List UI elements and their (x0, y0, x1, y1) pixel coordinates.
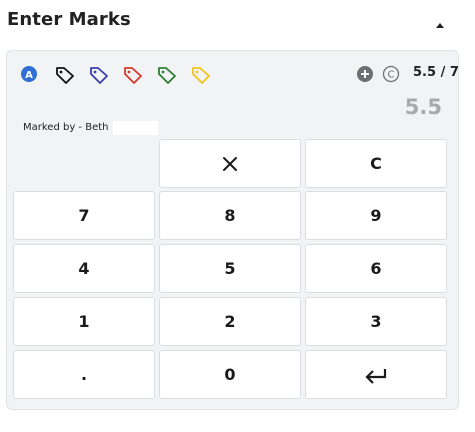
enter-button[interactable] (305, 350, 447, 399)
current-score: 5.5 (404, 95, 442, 119)
key-label: 4 (78, 259, 90, 278)
enter-icon (363, 366, 389, 384)
key-label: 2 (224, 312, 236, 331)
tag-blue-icon[interactable] (88, 64, 108, 84)
digit-9-button[interactable]: 9 (305, 191, 447, 240)
digit-3-button[interactable]: 3 (305, 297, 447, 346)
key-label: 9 (370, 206, 382, 225)
key-label: 1 (78, 312, 90, 331)
max-score: 7 (449, 65, 459, 80)
digit-5-button[interactable]: 5 (159, 244, 301, 293)
tag-green-icon[interactable] (156, 64, 176, 84)
annotation-a-icon[interactable]: A (20, 64, 40, 84)
marker-name-box (113, 121, 158, 135)
digit-7-button[interactable]: 7 (13, 191, 155, 240)
decimal-button[interactable]: . (13, 350, 155, 399)
keypad-empty-slot (13, 139, 155, 188)
copyright-icon[interactable]: C (381, 64, 401, 84)
digit-2-button[interactable]: 2 (159, 297, 301, 346)
digit-8-button[interactable]: 8 (159, 191, 301, 240)
page-title: Enter Marks (7, 9, 131, 30)
annotation-letter: A (25, 70, 33, 81)
digit-1-button[interactable]: 1 (13, 297, 155, 346)
key-label: 6 (370, 259, 382, 278)
key-label: 8 (224, 206, 236, 225)
key-label: 7 (78, 206, 90, 225)
tag-red-icon[interactable] (122, 64, 142, 84)
key-label: 5 (224, 259, 236, 278)
marks-panel: A C 5.5 / 7 5.5 Marked by - Beth C 7 8 9 4 5 6… (6, 50, 459, 410)
score-summary: 5.5 / 7 (413, 65, 459, 80)
caret-up-icon[interactable] (433, 16, 447, 28)
digit-6-button[interactable]: 6 (305, 244, 447, 293)
score-separator: / (440, 65, 446, 80)
plus-circle-icon[interactable] (355, 64, 375, 84)
awarded-score: 5.5 (413, 65, 437, 80)
digit-4-button[interactable]: 4 (13, 244, 155, 293)
tag-yellow-icon[interactable] (190, 64, 210, 84)
key-label: 3 (370, 312, 382, 331)
close-icon (220, 154, 240, 174)
marks-header: Enter Marks (0, 0, 475, 44)
key-label: . (80, 365, 88, 384)
key-label: 0 (224, 365, 236, 384)
marked-by-label: Marked by - Beth (23, 122, 109, 133)
tag-black-icon[interactable] (54, 64, 74, 84)
key-label: C (370, 154, 382, 173)
digit-0-button[interactable]: 0 (159, 350, 301, 399)
clear-entry-button[interactable] (159, 139, 301, 188)
copyright-letter: C (388, 70, 395, 81)
clear-button[interactable]: C (305, 139, 447, 188)
